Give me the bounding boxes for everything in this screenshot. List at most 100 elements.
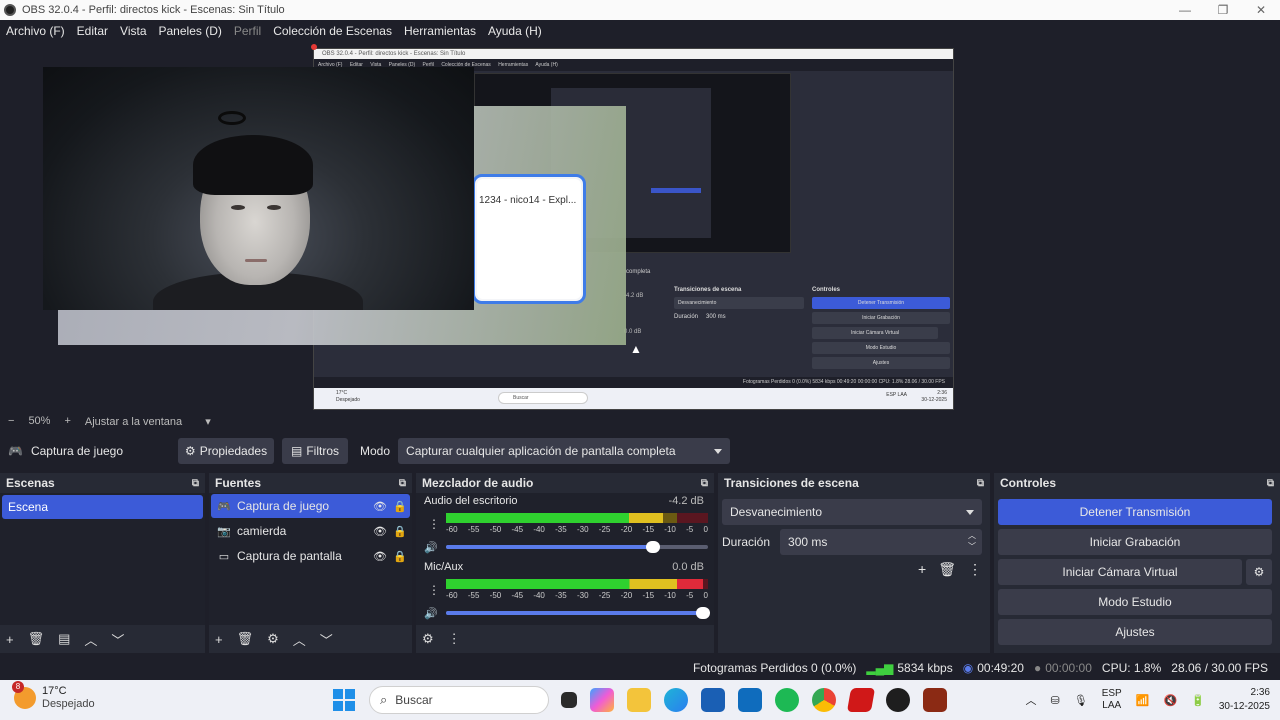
windows-taskbar: 8 17°C Despejado ⌕ Buscar ︿ ⛁ 🎙 ESP LAA — [0, 680, 1280, 720]
person-eye-right — [267, 205, 281, 210]
menu-perfil[interactable]: Perfil — [234, 24, 261, 38]
fit-window-dropdown[interactable]: Ajustar a la ventana ▾ — [85, 415, 225, 428]
trash-icon[interactable]: 🗑 — [28, 631, 45, 647]
eye-icon[interactable]: 👁 — [370, 550, 390, 563]
chrome-icon[interactable] — [812, 688, 836, 712]
undock-icon[interactable]: ⧉ — [1267, 478, 1274, 489]
minimize-button[interactable]: — — [1166, 3, 1204, 17]
chevron-down-icon[interactable]: ﹀ — [111, 630, 124, 649]
settings-button[interactable]: Ajustes — [998, 619, 1272, 645]
menu-paneles[interactable]: Paneles (D) — [159, 24, 222, 38]
spin-arrows-icon[interactable]: ︿ ﹀ — [968, 530, 976, 552]
file-explorer-icon[interactable] — [627, 688, 651, 712]
lock-icon[interactable]: 🔒 — [390, 500, 410, 513]
studio-mode-button[interactable]: Modo Estudio — [998, 589, 1272, 615]
zoom-out-button[interactable]: − — [8, 415, 14, 427]
outlook-icon[interactable] — [738, 688, 762, 712]
start-recording-button[interactable]: Iniciar Grabación — [998, 529, 1272, 555]
clock-time: 2:36 — [1250, 687, 1270, 698]
kebab-menu-icon[interactable]: ⋮ — [968, 561, 982, 578]
add-icon[interactable]: + — [918, 561, 926, 578]
trash-icon[interactable]: 🗑 — [938, 561, 956, 578]
nested-weather: 17°C Despejado — [336, 390, 360, 404]
kebab-menu-icon[interactable]: ⋮ — [448, 631, 461, 647]
properties-button[interactable]: ⚙ Propiedades — [178, 438, 274, 464]
menu-ayuda[interactable]: Ayuda (H) — [488, 24, 542, 38]
microphone-icon[interactable]: 🎙 — [1074, 694, 1088, 707]
close-button[interactable]: ✕ — [1242, 3, 1280, 17]
channel-name: Mic/Aux — [424, 561, 464, 573]
undock-icon[interactable]: ⧉ — [192, 478, 199, 489]
chevron-down-icon[interactable]: ﹀ — [320, 630, 333, 649]
kebab-menu-icon[interactable]: ⋮ — [428, 583, 440, 597]
undock-icon[interactable]: ⧉ — [977, 478, 984, 489]
volume-muted-icon[interactable]: 🔇 — [1163, 694, 1177, 707]
trash-icon[interactable]: 🗑 — [237, 631, 254, 647]
scene-item[interactable]: Escena — [2, 495, 203, 519]
tray-app-icon[interactable]: ⛁ — [1051, 694, 1060, 707]
nested-controls-header: Controles — [812, 287, 841, 293]
copilot-icon[interactable] — [590, 688, 614, 712]
meter-tick-label: -60 — [446, 525, 458, 534]
mixer-channels: Audio del escritorio -4.2 dB ⋮ -60 -55 -50… — [416, 493, 714, 625]
transition-select[interactable]: Desvanecimiento — [722, 499, 982, 525]
slider-knob[interactable] — [645, 541, 660, 553]
transitions-dock: Transiciones de escena ⧉ Desvanecimiento… — [718, 473, 990, 653]
taskbar-apps: ⌕ Buscar — [333, 686, 960, 714]
speaker-icon[interactable]: 🔊 — [424, 541, 438, 554]
clock[interactable]: 2:36 30-12-2025 — [1219, 686, 1270, 714]
task-view-icon[interactable] — [561, 692, 577, 708]
zoom-in-button[interactable]: + — [64, 415, 70, 427]
controls-dock: Controles ⧉ Detener Transmisión Iniciar … — [994, 473, 1280, 653]
add-icon[interactable]: + — [215, 632, 223, 647]
game-app-icon[interactable] — [923, 688, 947, 712]
monitor-icon: ▭ — [218, 550, 230, 563]
speaker-icon[interactable]: 🔊 — [424, 607, 438, 620]
battery-icon[interactable]: 🔋 — [1191, 694, 1205, 707]
advanced-audio-icon[interactable]: ⚙ — [422, 631, 434, 647]
red-app-icon[interactable] — [846, 688, 876, 712]
store-icon[interactable] — [701, 688, 725, 712]
virtual-camera-settings-button[interactable]: ⚙ — [1246, 559, 1272, 585]
filter-icon[interactable]: ▤ — [58, 631, 70, 647]
taskbar-search[interactable]: ⌕ Buscar — [369, 686, 549, 714]
volume-slider[interactable] — [446, 541, 708, 553]
wifi-icon[interactable]: 📶 — [1136, 694, 1150, 707]
source-item-camera[interactable]: 📷 camierda 👁 🔒 — [211, 519, 410, 543]
lock-icon[interactable]: 🔒 — [390, 550, 410, 563]
filters-button[interactable]: ▤ Filtros — [282, 438, 348, 464]
lock-icon[interactable]: 🔒 — [390, 525, 410, 538]
menu-herramientas[interactable]: Herramientas — [404, 24, 476, 38]
language-indicator[interactable]: ESP LAA — [1102, 688, 1122, 712]
source-item-screen-capture[interactable]: ▭ Captura de pantalla 👁 🔒 — [211, 544, 410, 568]
preview-canvas[interactable]: OBS 32.0.4 - Perfil: directos kick - Esc… — [0, 42, 1280, 410]
obs-taskbar-icon[interactable] — [886, 688, 910, 712]
edge-icon[interactable] — [664, 688, 688, 712]
chevron-up-icon[interactable]: ︿ — [293, 630, 306, 649]
chevron-up-icon[interactable]: ︿ — [84, 630, 97, 649]
gear-icon[interactable]: ⚙ — [267, 631, 279, 647]
fit-window-label: Ajustar a la ventana — [84, 415, 183, 428]
start-virtual-camera-button[interactable]: Iniciar Cámara Virtual — [998, 559, 1242, 585]
weather-widget[interactable]: 8 17°C Despejado — [12, 680, 95, 710]
undock-icon[interactable]: ⧉ — [399, 478, 406, 489]
slider-knob[interactable] — [695, 607, 710, 619]
chevron-up-icon[interactable]: ︿ — [1026, 692, 1037, 708]
menu-archivo[interactable]: Archivo (F) — [6, 24, 65, 38]
volume-slider[interactable] — [446, 607, 710, 619]
windows-start-icon[interactable] — [333, 689, 355, 711]
menu-coleccion-escenas[interactable]: Colección de Escenas — [273, 24, 392, 38]
undock-icon[interactable]: ⧉ — [701, 478, 708, 489]
spotify-icon[interactable] — [775, 688, 799, 712]
menu-editar[interactable]: Editar — [77, 24, 108, 38]
eye-icon[interactable]: 👁 — [370, 525, 390, 538]
stop-streaming-button[interactable]: Detener Transmisión — [998, 499, 1272, 525]
mode-select[interactable]: Capturar cualquier aplicación de pantall… — [398, 438, 731, 464]
eye-icon[interactable]: 👁 — [370, 500, 390, 513]
duration-spinbox[interactable]: 300 ms ︿ ﹀ — [780, 529, 982, 555]
kebab-menu-icon[interactable]: ⋮ — [428, 517, 440, 531]
add-icon[interactable]: + — [6, 632, 14, 647]
maximize-button[interactable]: ❐ — [1204, 3, 1242, 17]
menu-vista[interactable]: Vista — [120, 24, 146, 38]
source-item-game-capture[interactable]: 🎮 Captura de juego 👁 🔒 — [211, 494, 410, 518]
